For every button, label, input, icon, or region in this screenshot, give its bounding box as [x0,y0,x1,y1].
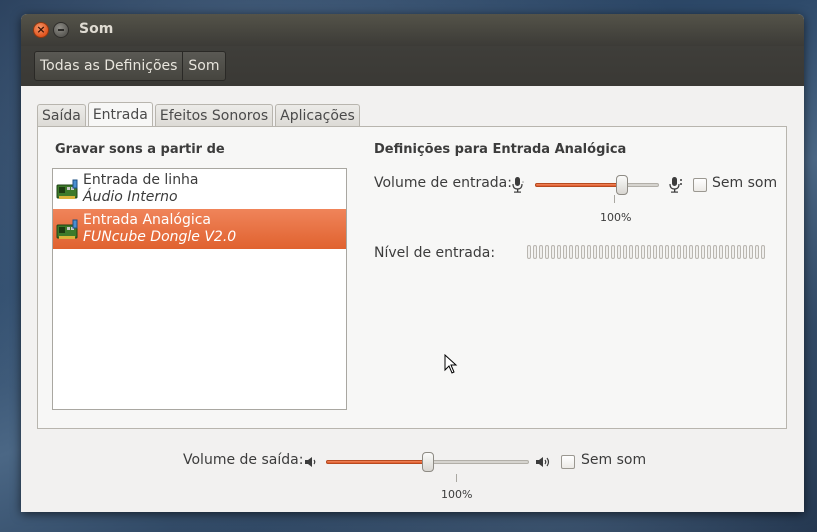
level-meter-segment [605,245,609,259]
level-meter-segment [617,245,621,259]
level-meter-segment [725,245,729,259]
input-volume-100-label: 100% [600,211,632,224]
breadcrumb: Todas as Definições Som [34,51,226,81]
input-device-row-line-in[interactable]: Entrada de linha Áudio Interno [53,169,346,209]
level-meter-segment [563,245,567,259]
level-meter-segment [737,245,741,259]
level-meter-segment [731,245,735,259]
input-mute-checkbox[interactable] [693,178,707,192]
level-meter-segment [653,245,657,259]
microphone-high-icon [669,177,682,193]
level-meter-segment [689,245,693,259]
sound-settings-window: × Som Todas as Definições Som Saída Entr… [21,14,804,512]
level-meter-segment [647,245,651,259]
mouse-cursor-icon [444,354,458,374]
output-volume-slider-fill [326,460,428,464]
level-meter-segment [587,245,591,259]
level-meter-segment [569,245,573,259]
level-meter-segment [575,245,579,259]
speaker-high-icon [536,457,550,467]
tab-output[interactable]: Saída [37,104,86,127]
input-volume-slider-fill [535,183,622,187]
output-volume-100-tick [456,474,457,482]
level-meter-segment [557,245,561,259]
breadcrumb-sound-button[interactable]: Som [183,52,224,80]
level-meter-segment [761,245,765,259]
level-meter-segment [527,245,531,259]
level-meter-segment [713,245,717,259]
level-meter-segment [671,245,675,259]
level-meter-segment [629,245,633,259]
settings-heading: Definições para Entrada Analógica [374,142,627,157]
device-description: FUNcube Dongle V2.0 [83,229,237,245]
tab-input[interactable]: Entrada [87,102,153,127]
device-name: Entrada de linha [83,172,199,188]
input-volume-label: Volume de entrada: [374,175,512,191]
level-meter-segment [659,245,663,259]
level-meter-segment [551,245,555,259]
input-device-row-analog[interactable]: Entrada Analógica FUNcube Dongle V2.0 [53,209,346,249]
input-tab-panel: Gravar sons a partir de Entrada de linha… [37,126,787,429]
level-meter-segment [743,245,747,259]
minimize-icon[interactable] [53,22,69,38]
level-meter-segment [665,245,669,259]
level-meter-segment [755,245,759,259]
level-meter-segment [623,245,627,259]
level-meter-segment [707,245,711,259]
window-title: Som [79,21,114,37]
output-volume-slider-handle[interactable] [422,452,434,472]
level-meter-segment [539,245,543,259]
level-meter-segment [593,245,597,259]
level-meter-segment [719,245,723,259]
level-meter-segment [581,245,585,259]
level-meter-segment [545,245,549,259]
output-mute-checkbox[interactable] [561,455,575,469]
level-meter-segment [635,245,639,259]
sound-card-icon [56,179,78,199]
level-meter-segment [533,245,537,259]
tab-bar: Saída Entrada Efeitos Sonoros Aplicações [37,102,362,127]
input-volume-slider-handle[interactable] [616,175,628,195]
output-volume-100-label: 100% [441,488,473,501]
level-meter-segment [695,245,699,259]
level-meter-segment [683,245,687,259]
device-description: Áudio Interno [83,189,178,205]
tab-sound-effects[interactable]: Efeitos Sonoros [154,104,274,127]
input-device-list: Entrada de linha Áudio Interno Entrada A… [52,168,347,410]
level-meter-segment [677,245,681,259]
window-titlebar[interactable]: × Som [21,14,804,46]
record-from-heading: Gravar sons a partir de [55,142,225,157]
level-meter-segment [641,245,645,259]
sound-card-icon [56,219,78,239]
close-icon[interactable]: × [33,22,49,38]
level-meter-segment [599,245,603,259]
output-mute-label[interactable]: Sem som [581,452,646,468]
level-meter-segment [701,245,705,259]
input-volume-100-tick [614,195,615,203]
tab-applications[interactable]: Aplicações [275,104,360,127]
level-meter-segment [611,245,615,259]
toolbar: Todas as Definições Som [21,46,804,86]
breadcrumb-all-settings-button[interactable]: Todas as Definições [35,52,184,80]
level-meter-segment [749,245,753,259]
microphone-muted-icon [512,177,524,193]
device-name: Entrada Analógica [83,212,211,228]
input-mute-label[interactable]: Sem som [712,175,777,191]
output-volume-label: Volume de saída: [183,452,304,468]
input-level-label: Nível de entrada: [374,245,496,261]
speaker-low-icon [305,457,316,467]
